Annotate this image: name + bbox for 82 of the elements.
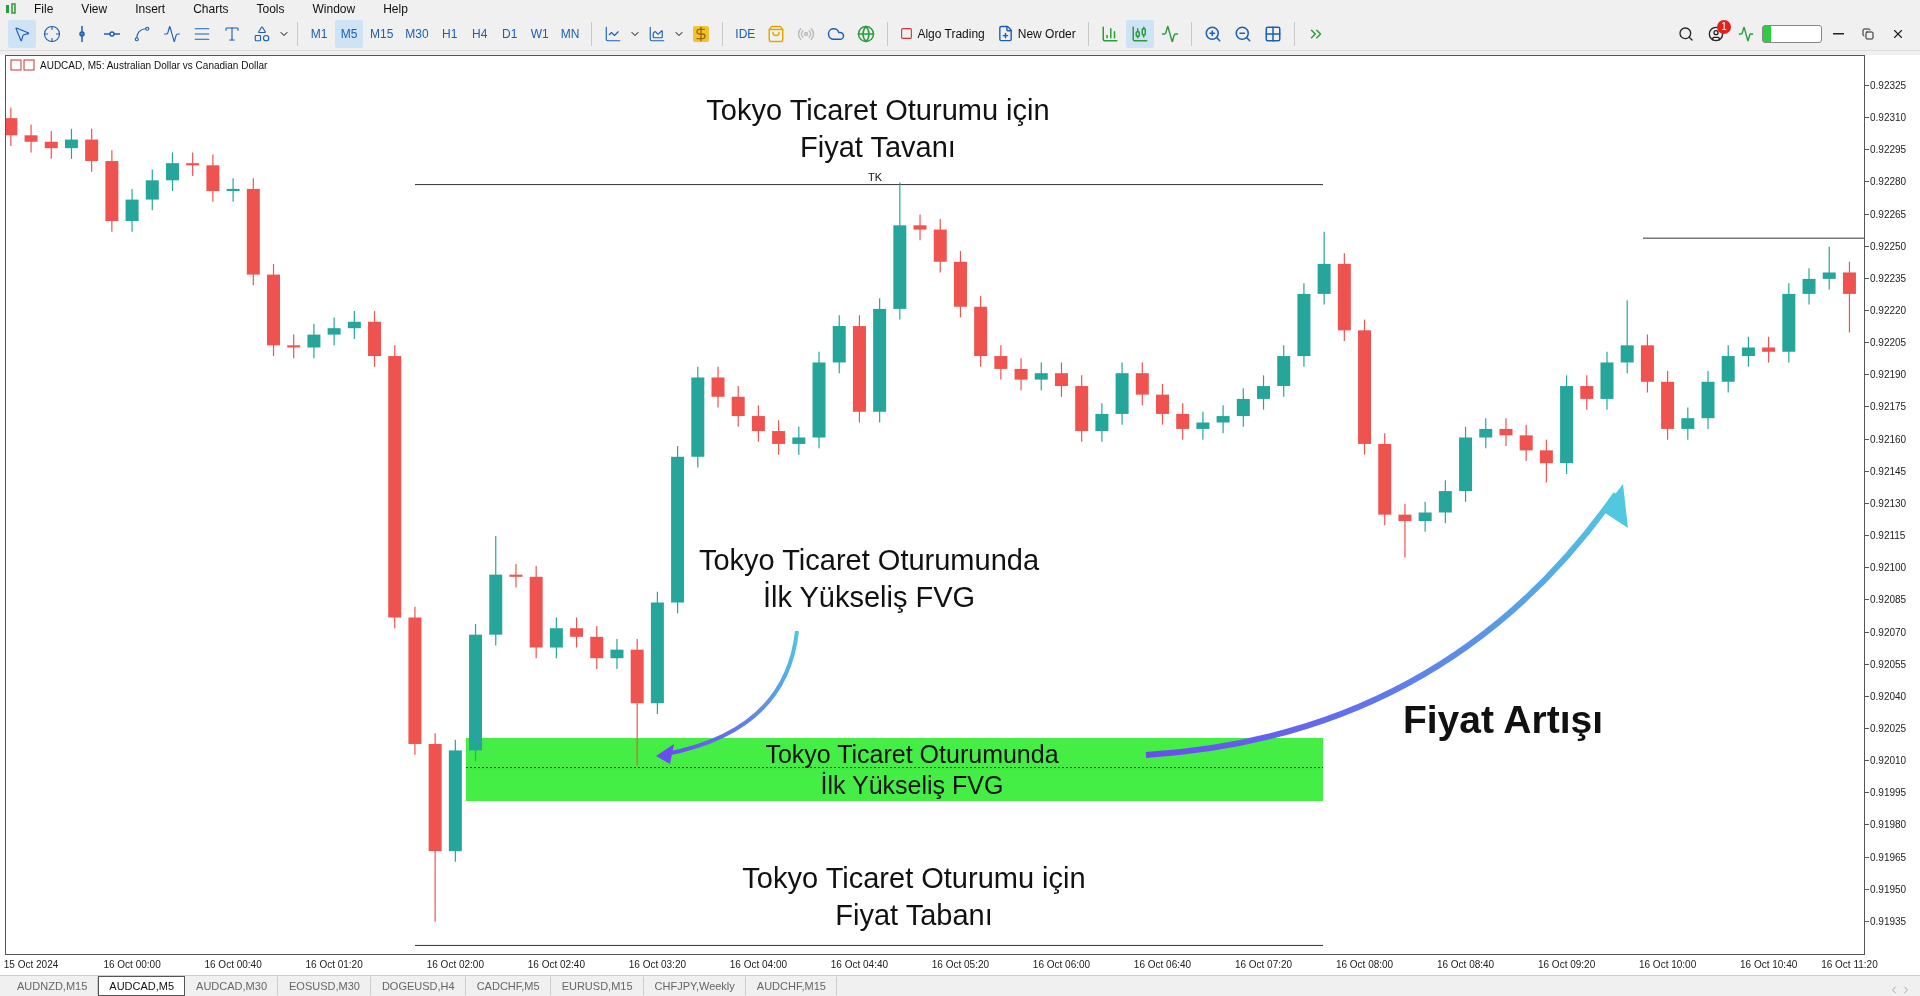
price-label: 0.92145: [1865, 465, 1907, 477]
time-label: 16 Oct 08:00: [1335, 959, 1394, 970]
price-label: 0.92040: [1865, 690, 1907, 702]
price-label: 0.92115: [1865, 530, 1906, 542]
price-label: 0.92280: [1865, 176, 1907, 188]
price-label: 0.92025: [1865, 722, 1907, 734]
menu-item[interactable]: Charts: [181, 1, 241, 16]
account-button[interactable]: 1: [1702, 19, 1730, 48]
timeframe-button[interactable]: M30: [400, 19, 434, 48]
time-label: 16 Oct 09:20: [1537, 959, 1596, 970]
time-label: 16 Oct 10:00: [1638, 959, 1697, 970]
price-label: 0.92295: [1865, 144, 1907, 156]
notification-badge: 1: [1717, 19, 1731, 34]
price-label: 0.92190: [1865, 369, 1907, 381]
time-label: 16 Oct 04:00: [729, 959, 788, 970]
menu-item[interactable]: File: [22, 1, 66, 16]
time-label: 16 Oct 00:00: [103, 959, 161, 970]
chart-tab[interactable]: DOGEUSD,H4: [370, 976, 466, 996]
time-label: 16 Oct 05:20: [931, 959, 990, 970]
timeframe-button[interactable]: D1: [495, 19, 524, 48]
timeframe-button[interactable]: W1: [525, 19, 554, 48]
timeframe-button[interactable]: M15: [365, 19, 399, 48]
price-label: 0.92235: [1865, 272, 1907, 284]
time-label: 16 Oct 08:40: [1436, 959, 1495, 970]
price-label: 0.91965: [1865, 851, 1907, 863]
price-label: 0.92205: [1865, 337, 1907, 349]
timeframe-button[interactable]: MN: [555, 19, 585, 48]
price-label: 0.91950: [1865, 883, 1907, 895]
time-label: 16 Oct 02:40: [527, 959, 585, 970]
chart-tab[interactable]: EOSUSD,M30: [278, 976, 371, 996]
price-label: 0.92070: [1865, 626, 1907, 638]
time-label: 16 Oct 02:00: [426, 959, 484, 970]
price-label: 0.92175: [1865, 401, 1907, 413]
price-label: 0.92325: [1865, 80, 1907, 91]
time-label: 16 Oct 10:40: [1740, 959, 1798, 970]
price-label: 0.92130: [1865, 497, 1907, 509]
chart-tab[interactable]: AUDCAD,M5: [98, 976, 186, 996]
menu-item[interactable]: Help: [371, 1, 420, 16]
price-label: 0.91995: [1865, 787, 1907, 799]
price-label: 0.92085: [1865, 594, 1907, 606]
chart-tab[interactable]: EURUSD,M15: [550, 976, 644, 996]
chart-tab[interactable]: AUDCAD,M30: [185, 976, 278, 996]
time-label: 16 Oct 06:00: [1032, 959, 1091, 970]
time-label: 16 Oct 07:20: [1234, 959, 1293, 970]
chart-tab[interactable]: CADCHF,M5: [465, 976, 551, 996]
menu-item[interactable]: Window: [300, 1, 368, 16]
time-label: 15 Oct 2024: [3, 959, 59, 970]
annotation-text: Tokyo Ticaret Oturumunda İlk Yükseliş FVG: [698, 543, 1040, 616]
menu-item[interactable]: Insert: [123, 1, 178, 16]
price-label: 0.92055: [1865, 658, 1907, 670]
zone-label: Tokyo Ticaret Oturumunda İlk Yükseliş FVG: [765, 738, 1059, 801]
price-label: 0.92220: [1865, 305, 1907, 317]
algo-trading-button[interactable]: Algo Trading: [895, 19, 990, 48]
chart-tab[interactable]: AUDCHF,M15: [745, 976, 837, 996]
price-label: 0.92100: [1865, 562, 1907, 574]
timeframe-button[interactable]: H1: [435, 19, 464, 48]
price-label: 0.91980: [1865, 819, 1907, 831]
annotation-text: Tokyo Ticaret Oturumu için Fiyat Tabanı: [742, 861, 1086, 934]
level-label: TK: [868, 171, 883, 183]
ide-button[interactable]: IDE: [730, 19, 761, 48]
time-label: 16 Oct 06:40: [1133, 959, 1192, 970]
price-label: 0.92010: [1865, 755, 1907, 767]
price-label: 0.92265: [1865, 208, 1907, 220]
price-label: 0.92310: [1865, 112, 1907, 124]
menu-item[interactable]: Tools: [244, 1, 297, 16]
timeframe-button[interactable]: H4: [465, 19, 494, 48]
time-label: 16 Oct 04:40: [830, 959, 889, 970]
time-label: 16 Oct 00:40: [204, 959, 262, 970]
price-label: 0.92160: [1865, 433, 1907, 445]
menu-item[interactable]: View: [69, 1, 120, 16]
chart-tab[interactable]: CHFJPY,Weekly: [643, 976, 746, 996]
chart-title: AUDCAD, M5: Australian Dollar vs Canadian Dollar: [40, 59, 268, 71]
price-label: 0.91935: [1865, 915, 1907, 927]
timeframe-button[interactable]: M1: [305, 19, 333, 48]
price-label: 0.92250: [1865, 240, 1907, 252]
time-label: 16 Oct 03:20: [628, 959, 686, 970]
new-order-button[interactable]: New Order: [991, 19, 1081, 48]
time-label: 16 Oct 11:20: [1821, 959, 1878, 970]
annotation-text: Tokyo Ticaret Oturumu için Fiyat Tavanı: [706, 93, 1050, 166]
annotation-text: Fiyat Artışı: [1402, 697, 1604, 743]
time-label: 16 Oct 01:20: [305, 959, 363, 970]
timeframe-button[interactable]: M5: [335, 19, 363, 48]
